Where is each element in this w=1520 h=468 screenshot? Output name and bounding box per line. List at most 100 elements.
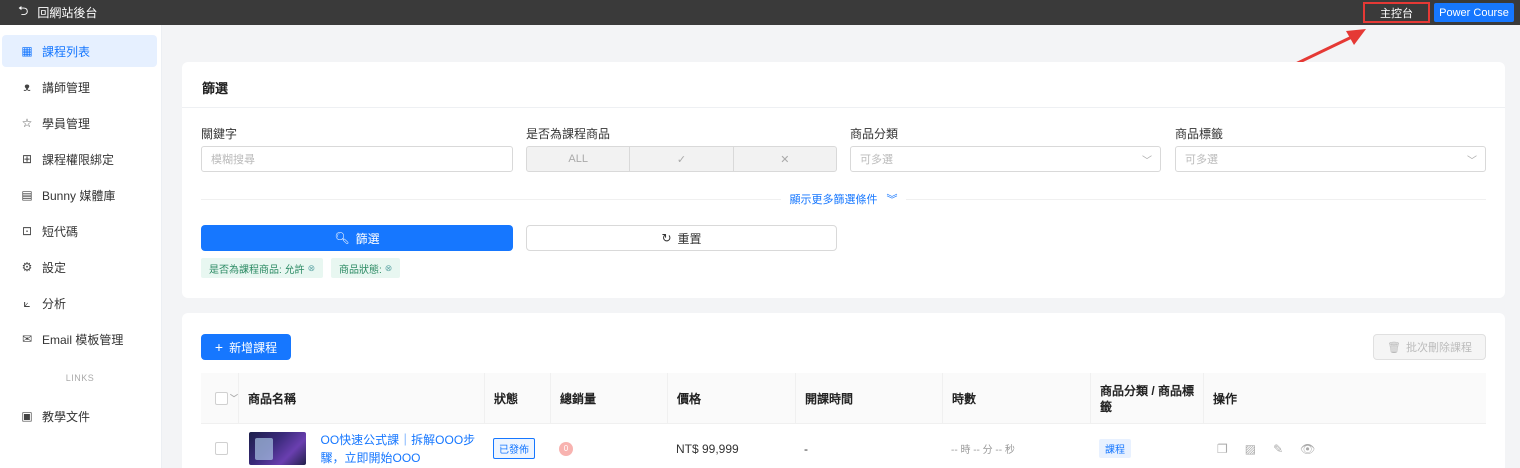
sidebar-item-email-templates[interactable]: ✉ Email 模板管理 [2,323,157,355]
tag-text: 商品狀態: [339,264,382,276]
start-time-cell: - [804,441,808,456]
copy-icon[interactable]: ❐ [1217,442,1228,456]
close-circle-icon[interactable]: ⊗ [308,263,316,274]
double-chevron-down-icon: ︾ [886,194,898,206]
image-icon[interactable]: ▨ [1245,442,1256,456]
actions-cell: ❐ ▨ ✎ 👁︎ [1203,424,1486,468]
sidebar-item-shortcodes[interactable]: ⊡ 短代碼 [2,215,157,247]
segment-no[interactable]: ✕ [734,147,836,171]
sidebar-item-analytics[interactable]: ⟀ 分析 [2,287,157,319]
bulk-delete-button[interactable]: 🗑︎ 批次刪除課程 [1373,334,1486,360]
is-course-label: 是否為課程商品 [526,127,611,141]
segment-all[interactable]: ALL [527,147,631,171]
select-all-checkbox[interactable] [215,392,228,405]
row-checkbox[interactable] [215,442,228,455]
sidebar-item-label: 分析 [42,296,67,311]
search-icon: 🔍︎ [334,231,350,245]
links-heading: LINKS [65,373,95,383]
filter-card: 篩選 關鍵字 模糊搜尋 是否為課程商品 ALL ✓ ✕ 商品分類 可多選 ﹀ 商… [182,62,1505,298]
tag-placeholder: 可多選 [1185,154,1218,166]
edit-icon[interactable]: ✎ [1273,442,1283,456]
category-select[interactable]: 可多選 ﹀ [850,146,1161,172]
category-tag: 課程 [1099,439,1131,458]
sidebar-item-bunny-media[interactable]: ▤ Bunny 媒體庫 [2,179,157,211]
keyword-placeholder: 模糊搜尋 [211,154,255,166]
category-cell: 課程 [1090,424,1203,468]
column-header[interactable]: 商品分類 / 商品標籤 [1090,373,1203,424]
student-icon: ☆ [21,116,33,130]
sidebar-item-docs[interactable]: ▣ 教學文件 [2,400,157,432]
duration-cell: -- 時 -- 分 -- 秒 [951,445,1015,456]
keyword-input[interactable]: 模糊搜尋 [201,146,513,172]
sidebar-item-students[interactable]: ☆ 學員管理 [2,107,157,139]
row-select-cell [201,424,238,468]
filter-reset-label: 重置 [677,231,702,246]
reload-icon: ↻ [661,231,672,245]
sidebar-item-label: 課程列表 [42,44,91,59]
column-header: 操作 [1203,373,1486,424]
dashboard-button[interactable]: 主控台 [1363,2,1430,23]
divider [182,107,1505,108]
book-icon: ▣ [21,409,33,423]
chevron-down-icon: ﹀ [1467,156,1477,167]
column-header[interactable]: 時數 [942,373,1090,424]
media-library-icon: ▤ [21,188,33,202]
category-label: 商品分類 [850,127,899,141]
sidebar-item-label: 講師管理 [42,80,91,95]
add-course-button[interactable]: + 新增課程 [201,334,291,360]
code-icon: ⊡ [21,224,33,238]
is-course-segmented-control: ALL ✓ ✕ [526,146,837,172]
active-filter-tag: 商品狀態: ⊗ [331,258,401,278]
column-header[interactable]: 開課時間 [795,373,942,424]
course-list-card: + 新增課程 🗑︎ 批次刪除課程 ﹀ 商品名稱 狀態 總銷量 價格 開課時間 時… [182,313,1505,468]
plus-icon: + [214,339,224,355]
course-thumbnail[interactable] [249,432,307,465]
close-circle-icon[interactable]: ⊗ [385,263,393,274]
tag-label: 商品標籤 [1175,127,1224,141]
view-icon[interactable]: 👁︎ [1300,442,1315,456]
sidebar-item-course-access[interactable]: ⊞ 課程權限綁定 [2,143,157,175]
back-to-admin-link[interactable]: ⮌ 回網站後台 [18,2,97,24]
chevron-down-icon: ﹀ [230,394,238,403]
sidebar-item-label: Bunny 媒體庫 [42,188,116,203]
price-cell: NT$ 99,999 [676,441,739,456]
chevron-down-icon: ﹀ [1142,156,1152,167]
power-course-button[interactable]: Power Course [1434,3,1514,22]
sidebar-item-label: 短代碼 [42,224,79,239]
sidebar-item-label: Email 模板管理 [42,332,124,347]
filter-reset-button[interactable]: ↻ 重置 [526,225,837,251]
column-header[interactable]: 商品名稱 [238,373,484,424]
back-label: 回網站後台 [37,6,98,20]
tag-text: 是否為課程商品: 允許 [209,264,305,276]
sidebar-item-settings[interactable]: ⚙ 設定 [2,251,157,283]
sidebar-item-label: 教學文件 [42,409,91,424]
product-name-link[interactable]: OO快速公式課｜拆解OOO步驟，立即開始OOO [320,431,484,467]
filter-search-button[interactable]: 🔍︎ 篩選 [201,225,513,251]
add-course-label: 新增課程 [229,340,278,355]
bulk-delete-label: 批次刪除課程 [1405,342,1472,354]
user-icon: ᴥ [23,80,31,94]
column-header[interactable]: 總銷量 [550,373,667,424]
show-more-filters: 顯示更多篩選條件 ︾ [182,191,1505,207]
sales-count-badge: 0 [559,441,573,456]
mail-icon: ✉ [21,332,33,346]
back-arrow-icon: ⮌ [18,2,29,18]
column-header[interactable]: 狀態 [484,373,550,424]
sidebar-item-teachers[interactable]: ᴥ 講師管理 [2,71,157,103]
table-row[interactable]: OO快速公式課｜拆解OOO步驟，立即開始OOO 已發佈 0 NT$ 99,999… [201,424,1486,468]
trash-icon: 🗑︎ [1387,341,1401,354]
grid-icon: ⊞ [21,152,33,166]
keyword-label: 關鍵字 [201,127,238,141]
filter-title: 篩選 [202,81,229,96]
tag-select[interactable]: 可多選 ﹀ [1175,146,1486,172]
column-header[interactable]: 價格 [667,373,795,424]
sidebar-item-course-list[interactable]: ▦ 課程列表 [2,35,157,67]
status-cell: 已發佈 [484,424,550,468]
table-icon: ▦ [21,44,33,58]
show-more-filters-link[interactable]: 顯示更多篩選條件 ︾ [781,194,906,206]
table-header: ﹀ 商品名稱 狀態 總銷量 價格 開課時間 時數 商品分類 / 商品標籤 操作 [201,373,1486,424]
sidebar-item-label: 課程權限綁定 [42,152,115,167]
chart-icon: ⟀ [23,295,31,310]
show-more-label: 顯示更多篩選條件 [789,194,878,206]
segment-yes[interactable]: ✓ [630,147,734,171]
